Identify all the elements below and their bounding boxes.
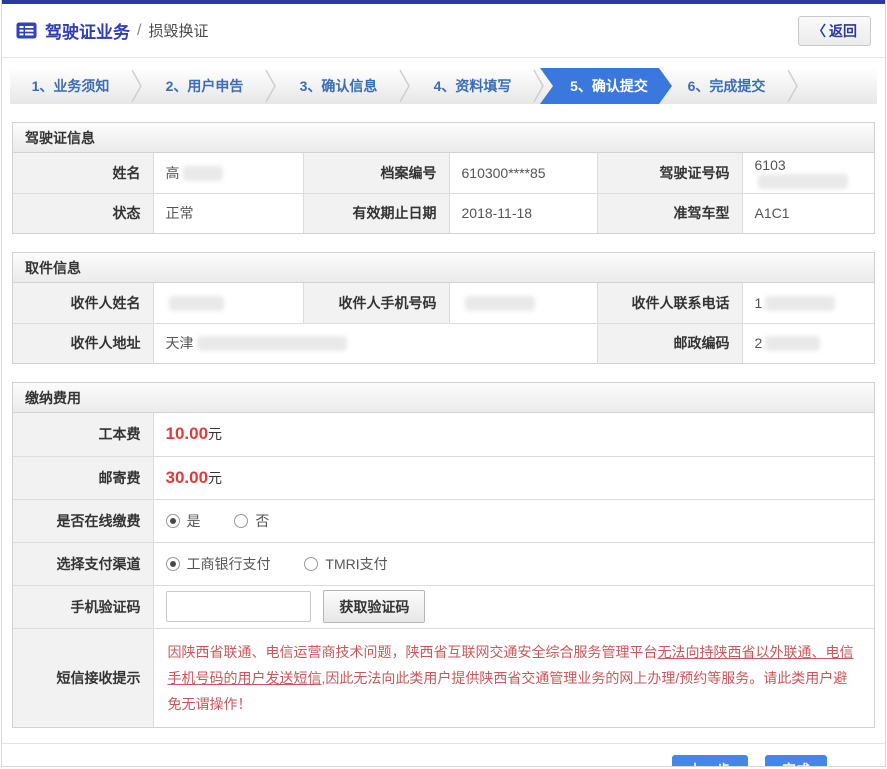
pay-online-options: 是 否 [152, 498, 874, 542]
pickup-info-table: 收件人姓名 收件人手机号码 收件人联系电话 1 收件人地址 天津 邮政编码 2 [13, 283, 874, 363]
field-label-file-number: 档案编号 [302, 153, 449, 193]
redacted-value [765, 336, 821, 352]
fee-unit: 元 [208, 426, 223, 443]
field-label-recipient-phone: 收件人联系电话 [596, 283, 742, 323]
radio-unchecked-icon [304, 556, 319, 571]
field-label-sms-code: 手机验证码 [13, 584, 153, 628]
step-3-confirm-info: 3、确认信息 [299, 78, 378, 94]
sms-code-cell: 获取验证码 [152, 584, 874, 628]
field-label-pay-online: 是否在线缴费 [13, 498, 153, 542]
field-label-recipient-mobile: 收件人手机号码 [302, 283, 449, 323]
payment-section: 缴纳费用 工本费 10.00元 邮寄费 30.00元 是否在线缴费 是 否 选择… [12, 382, 875, 728]
license-info-section-title: 驾驶证信息 [13, 123, 874, 153]
breadcrumb-current: 损毁换证 [148, 23, 209, 40]
field-label-postage-fee: 邮寄费 [13, 455, 153, 499]
header: 驾驶证业务 / 损毁换证 〈返回 [2, 4, 885, 58]
license-info-section: 驾驶证信息 姓名 高 档案编号 610300****85 驾驶证号码 6103 … [12, 122, 875, 234]
field-value-name: 高 [152, 153, 303, 193]
step-4-fill-materials: 4、资料填写 [433, 78, 512, 94]
field-label-status: 状态 [13, 192, 153, 233]
payment-table: 工本费 10.00元 邮寄费 30.00元 是否在线缴费 是 否 选择支付渠道 … [13, 413, 874, 727]
field-value-postal-code: 2 [741, 322, 874, 363]
table-row: 工本费 10.00元 [13, 413, 874, 456]
pickup-info-section-title: 取件信息 [13, 253, 874, 283]
field-label-recipient-address: 收件人地址 [13, 322, 153, 363]
page: 驾驶证业务 / 损毁换证 〈返回 1、业务须知 2、用户申告 3、确认信息 4、… [1, 0, 886, 767]
previous-step-button[interactable]: 上一步 [671, 754, 748, 766]
radio-online-no[interactable]: 否 [234, 511, 269, 531]
radio-channel-icbc[interactable]: 工商银行支付 [165, 554, 271, 574]
redacted-value [765, 295, 836, 311]
field-label-recipient-name: 收件人姓名 [13, 283, 153, 323]
fee-unit: 元 [208, 469, 223, 486]
field-label-sms-notice: 短信接收提示 [13, 627, 153, 727]
field-value-postage-fee: 30.00元 [152, 455, 874, 499]
redacted-value [757, 173, 848, 189]
table-row: 收件人地址 天津 邮政编码 2 [13, 322, 874, 363]
field-label-production-fee: 工本费 [13, 413, 153, 456]
pickup-info-section: 取件信息 收件人姓名 收件人手机号码 收件人联系电话 1 收件人地址 天津 邮政… [12, 252, 875, 364]
table-row: 姓名 高 档案编号 610300****85 驾驶证号码 6103 [13, 153, 874, 193]
radio-channel-tmri[interactable]: TMRI支付 [304, 554, 388, 574]
field-value-license-number: 6103 [741, 153, 874, 193]
step-6-complete-submit: 6、完成提交 [687, 78, 766, 94]
payment-section-title: 缴纳费用 [13, 383, 874, 413]
license-info-table: 姓名 高 档案编号 610300****85 驾驶证号码 6103 状态 正常 … [13, 153, 874, 233]
step-progress-bar: 1、业务须知 2、用户申告 3、确认信息 4、资料填写 5、确认提交 6、完成提… [10, 68, 877, 104]
field-value-production-fee: 10.00元 [152, 413, 874, 456]
table-row: 收件人姓名 收件人手机号码 收件人联系电话 1 [13, 283, 874, 323]
step-bar-filler [800, 68, 877, 104]
field-value-vehicle-class: A1C1 [741, 192, 874, 233]
field-label-payment-channel: 选择支付渠道 [13, 541, 153, 585]
field-value-file-number: 610300****85 [448, 153, 597, 193]
sms-code-input[interactable] [165, 591, 311, 622]
table-row: 手机验证码 获取验证码 [13, 584, 874, 628]
radio-checked-icon [165, 556, 180, 571]
table-row: 是否在线缴费 是 否 [13, 498, 874, 542]
chevron-left-icon: 〈 [812, 23, 826, 39]
redacted-value [168, 295, 224, 311]
back-button-label: 返回 [829, 23, 857, 39]
field-value-recipient-name [152, 283, 303, 323]
table-row: 选择支付渠道 工商银行支付 TMRI支付 [13, 541, 874, 585]
step-2-user-declaration: 2、用户申告 [165, 78, 244, 94]
table-row: 邮寄费 30.00元 [13, 455, 874, 499]
field-label-vehicle-class: 准驾车型 [596, 192, 742, 233]
back-button[interactable]: 〈返回 [798, 16, 871, 46]
radio-unchecked-icon [234, 513, 249, 528]
table-row: 状态 正常 有效期止日期 2018-11-18 准驾车型 A1C1 [13, 192, 874, 233]
field-label-expiry-date: 有效期止日期 [302, 192, 449, 233]
field-value-recipient-address: 天津 [152, 322, 597, 363]
table-row: 短信接收提示 因陕西省联通、电信运营商技术问题，陕西省互联网交通安全综合服务管理… [13, 627, 874, 727]
step-1-business-notice: 1、业务须知 [31, 78, 110, 94]
step-separator-chevron-icon [131, 68, 144, 104]
step-separator-chevron-icon [399, 68, 412, 104]
get-sms-code-button[interactable]: 获取验证码 [323, 590, 426, 623]
sms-notice-text: 因陕西省联通、电信运营商技术问题，陕西省互联网交通安全综合服务管理平台无法向持陕… [167, 643, 854, 712]
redacted-value [464, 295, 535, 311]
footer-actions: 上一步 完成 [2, 742, 885, 766]
field-label-name: 姓名 [13, 153, 153, 193]
field-value-expiry-date: 2018-11-18 [448, 192, 597, 233]
sms-notice-cell: 因陕西省联通、电信运营商技术问题，陕西省互联网交通安全综合服务管理平台无法向持陕… [152, 627, 874, 727]
payment-channel-options: 工商银行支付 TMRI支付 [152, 541, 874, 585]
fee-amount: 30.00 [165, 467, 209, 487]
step-5-confirm-submit-active: 5、确认提交 [540, 68, 672, 104]
license-business-icon [16, 20, 37, 41]
fee-amount: 10.00 [165, 424, 209, 444]
field-label-postal-code: 邮政编码 [596, 322, 742, 363]
field-label-license-number: 驾驶证号码 [596, 153, 742, 193]
redacted-value [196, 336, 347, 352]
step-separator-chevron-icon [787, 68, 800, 104]
field-value-recipient-mobile [448, 283, 597, 323]
finish-button[interactable]: 完成 [765, 754, 827, 766]
redacted-value [182, 165, 223, 181]
radio-checked-icon [165, 513, 180, 528]
step-separator-chevron-icon [265, 68, 278, 104]
page-title: 驾驶证业务 [45, 23, 130, 42]
breadcrumb-separator: / [137, 21, 142, 39]
field-value-status: 正常 [152, 192, 303, 233]
radio-online-yes[interactable]: 是 [165, 511, 201, 531]
field-value-recipient-phone: 1 [741, 283, 874, 323]
